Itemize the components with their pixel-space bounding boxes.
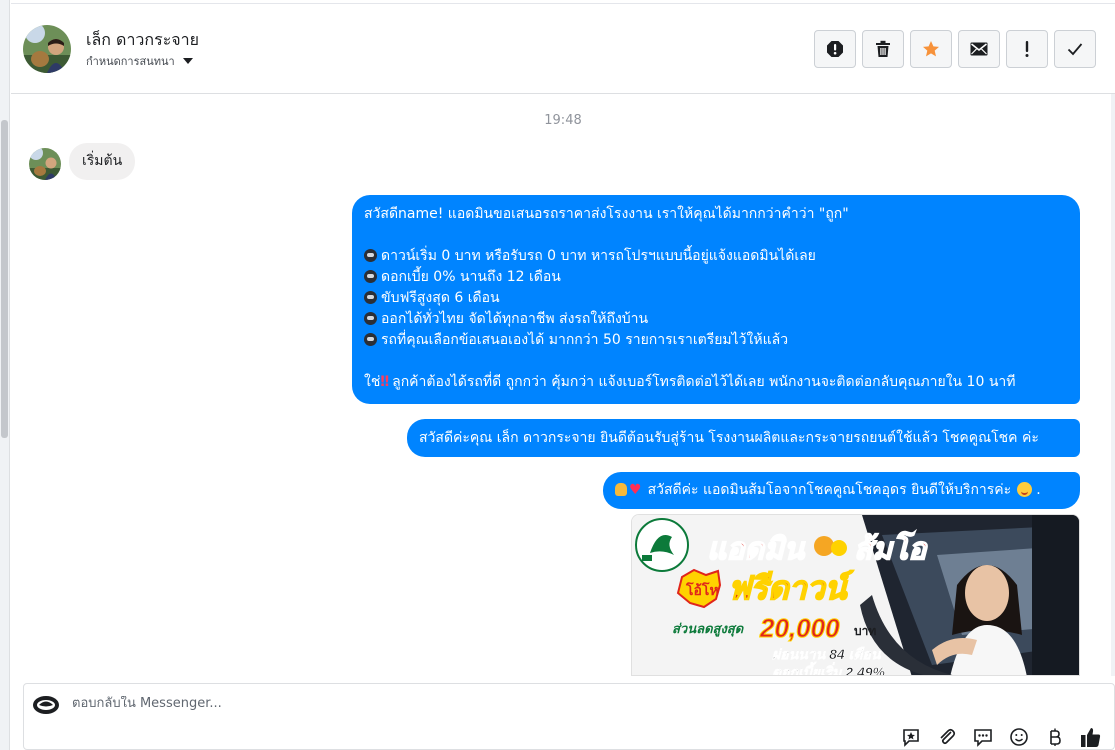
- message-template-button[interactable]: [972, 726, 994, 748]
- promo-headline-somo: ส้มโอ: [854, 531, 928, 566]
- message-thread[interactable]: 19:48 เริ่มต้น สวัสดีname! แอดมินขอเสนอร…: [11, 94, 1111, 676]
- follow-up-button[interactable]: [1006, 30, 1048, 68]
- contact-avatar[interactable]: [23, 25, 71, 73]
- attachment-icon: [940, 728, 956, 745]
- envelope-icon: [970, 42, 988, 56]
- assign-conversation-dropdown[interactable]: กำหนดการสนทนา: [86, 52, 193, 70]
- delete-button[interactable]: [862, 30, 904, 68]
- message-line: สวัสดีname! แอดมินขอเสนอรถราคาส่งโรงงาน …: [364, 206, 849, 222]
- outgoing-message-greeting[interactable]: สวัสดีname! แอดมินขอเสนอรถราคาส่งโรงงาน …: [352, 195, 1080, 404]
- outgoing-message-welcome[interactable]: สวัสดีค่ะคุณ เล็ก ดาวกระจาย ยินดีต้อนรับ…: [407, 419, 1080, 457]
- promo-headline-admin: แอดมิน: [707, 533, 806, 566]
- message-timestamp: 19:48: [544, 113, 582, 128]
- mark-done-button[interactable]: [1054, 30, 1096, 68]
- trash-icon: [876, 40, 890, 57]
- promo-image-attachment[interactable]: แอดมิน ส้มโอ โอ้โห ฟรีดาวน์ ส่วนลดสูงสุด…: [631, 514, 1080, 676]
- left-scrollbar-thumb[interactable]: [1, 120, 8, 438]
- message-closing: ใช่‼ ลูกค้าต้องได้รถที่ดี ถูกกว่า คุ้มกว่…: [364, 374, 1016, 390]
- promo-badge: โอ้โห: [685, 581, 719, 598]
- spam-icon: [827, 41, 843, 57]
- promo-interest: ดอกเบี้ยเริ่ม 2.49%: [772, 661, 886, 676]
- promo-free-down: ฟรีดาวน์: [728, 570, 854, 606]
- incoming-message[interactable]: เริ่มต้น: [69, 143, 136, 180]
- message-bullet: ออกได้ทั่วไทย จัดได้ทุกอาชีพ ส่งรถให้ถึง…: [364, 309, 1068, 330]
- header-action-bar: [814, 30, 1096, 68]
- heart-emoji-icon: ♥: [629, 482, 642, 498]
- chat-bubble-icon: [974, 729, 992, 747]
- message-bullet: ดอกเบี้ย 0% นานถึง 12 เดือน: [364, 267, 1068, 288]
- reply-input[interactable]: [72, 696, 672, 711]
- outgoing-message-admin[interactable]: ♥ สวัสดีค่ะ แอดมินส้มโอจากโชคคูณโชคอุดร ย…: [603, 472, 1080, 509]
- saved-reply-icon: [903, 729, 919, 747]
- exclamation-icon: [1025, 41, 1029, 57]
- message-bullet: ขับฟรีสูงสุด 6 เดือน: [364, 288, 1068, 309]
- double-exclamation-emoji-icon: ‼: [380, 374, 390, 390]
- messenger-conversation-window: เล็ก ดาวกระจาย กำหนดการสนทนา 19:48 เริ่ม…: [0, 0, 1115, 750]
- praying-hands-emoji-icon: [615, 483, 627, 496]
- saved-replies-button[interactable]: [900, 726, 922, 748]
- promo-installment: ผ่อนนาน 84 เดือน: [772, 646, 882, 662]
- car-emoji-icon: [364, 333, 377, 346]
- thumbs-up-icon: [1081, 728, 1101, 747]
- left-scrollbar[interactable]: [0, 0, 10, 750]
- car-emoji-icon: [364, 249, 377, 262]
- page-logo: [32, 694, 60, 716]
- right-scrollbar[interactable]: [1111, 94, 1115, 676]
- send-like-button[interactable]: [1080, 726, 1102, 748]
- caret-down-icon: [182, 58, 193, 64]
- promo-discount-unit: บาท: [854, 624, 876, 638]
- star-button[interactable]: [910, 30, 952, 68]
- reply-composer: [23, 683, 1115, 750]
- message-bullet: รถที่คุณเลือกข้อเสนอเองได้ มากกว่า 50 รา…: [364, 330, 1068, 351]
- composer-toolbar: [900, 724, 1102, 750]
- car-emoji-icon: [364, 291, 377, 304]
- contact-name: เล็ก ดาวกระจาย: [86, 30, 200, 49]
- baht-icon: [1050, 728, 1061, 746]
- contact-avatar-small: [29, 148, 61, 180]
- message-bullet: ดาวน์เริ่ม 0 บาท หรือรับรถ 0 บาท หารถโปร…: [364, 246, 1068, 267]
- emoji-icon: [1010, 728, 1028, 746]
- checkmark-icon: [1067, 43, 1083, 56]
- attach-file-button[interactable]: [936, 726, 958, 748]
- promo-discount-label: ส่วนลดสูงสุด: [672, 621, 745, 637]
- payment-button[interactable]: [1044, 726, 1066, 748]
- car-emoji-icon: [364, 312, 377, 325]
- smiling-face-emoji-icon: [1017, 482, 1033, 497]
- star-icon: [923, 41, 939, 57]
- promo-discount-value: 20,000: [759, 613, 840, 643]
- assign-conversation-label: กำหนดการสนทนา: [86, 55, 175, 68]
- mark-unread-button[interactable]: [958, 30, 1000, 68]
- car-emoji-icon: [364, 270, 377, 283]
- conversation-header: เล็ก ดาวกระจาย กำหนดการสนทนา: [11, 3, 1115, 94]
- emoji-button[interactable]: [1008, 726, 1030, 748]
- mark-spam-button[interactable]: [814, 30, 856, 68]
